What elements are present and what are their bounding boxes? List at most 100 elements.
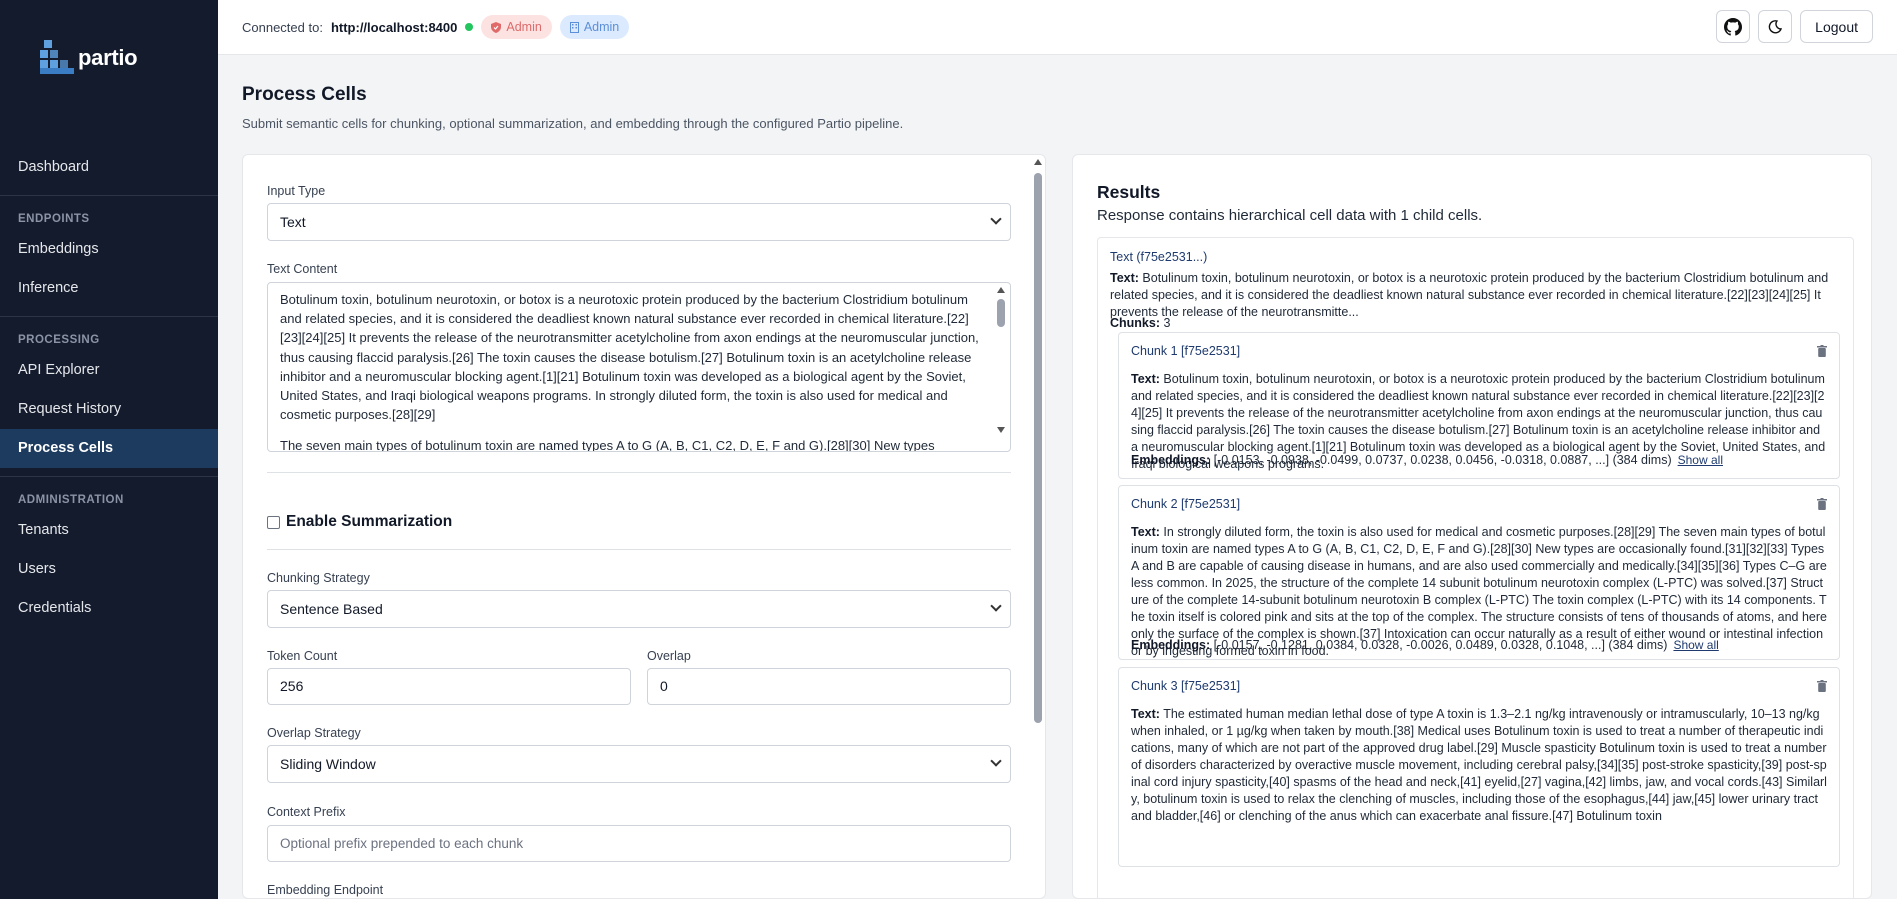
sidebar-section-processing: PROCESSING [18, 334, 100, 346]
text-content-label: Text Content [267, 262, 338, 276]
page-subtitle: Submit semantic cells for chunking, opti… [242, 116, 904, 131]
chunk-card: Chunk 2 [f75e2531] Text: In strongly dil… [1118, 485, 1840, 660]
cell-header[interactable]: Text (f75e2531...) [1110, 250, 1207, 264]
sidebar: partio Dashboard ENDPOINTS Embeddings In… [0, 0, 218, 899]
embeddings-value: [-0.0153, -0.0938, -0.0499, 0.0737, 0.02… [1213, 453, 1672, 467]
admin-badge-label: Admin [506, 20, 542, 34]
brand-name: partio [78, 45, 138, 70]
text-content-textarea[interactable]: Botulinum toxin, botulinum neurotoxin, o… [267, 282, 1011, 452]
trash-icon[interactable] [1817, 345, 1827, 357]
scroll-thumb[interactable] [997, 299, 1005, 327]
sidebar-item-inference[interactable]: Inference [0, 269, 218, 308]
summarization-label: Enable Summarization [286, 513, 453, 530]
theme-toggle-button[interactable] [1758, 10, 1793, 43]
token-count-input[interactable]: 256 [267, 668, 631, 705]
textarea-scrollbar[interactable] [994, 285, 1008, 449]
chunk-card: Chunk 3 [f75e2531] Text: The estimated h… [1118, 667, 1840, 867]
token-count-label: Token Count [267, 649, 338, 663]
sidebar-item-embeddings[interactable]: Embeddings [0, 230, 218, 269]
embeddings-label: Embeddings: [1131, 453, 1211, 467]
chunk-embeddings: Embeddings: [-0.0153, -0.0938, -0.0499, … [1131, 453, 1723, 467]
chunk-text: Text: The estimated human median lethal … [1131, 706, 1827, 825]
chunking-strategy-select[interactable]: Sentence Based [267, 590, 1011, 628]
input-type-label: Input Type [267, 184, 326, 198]
embedding-endpoint-label: Embedding Endpoint [267, 883, 384, 897]
chunk-header[interactable]: Chunk 3 [f75e2531] [1131, 679, 1240, 693]
results-panel: Results Response contains hierarchical c… [1072, 154, 1872, 899]
tenant-badge-label: Admin [583, 20, 620, 34]
process-form-panel: Input Type Text Text Content Botulinum t… [242, 154, 1046, 899]
cell-text-value: Botulinum toxin, botulinum neurotoxin, o… [1110, 271, 1829, 319]
connected-label: Connected to: [242, 19, 323, 35]
moon-icon [1768, 19, 1783, 33]
admin-tenant-badge: Admin [559, 15, 630, 39]
text-content-paragraph: Botulinum toxin, botulinum neurotoxin, o… [280, 292, 979, 423]
overlap-input[interactable]: 0 [647, 668, 1011, 705]
results-subtitle: Response contains hierarchical cell data… [1097, 207, 1483, 224]
embeddings-label: Embeddings: [1131, 638, 1211, 652]
chevron-down-icon [990, 213, 1002, 225]
github-icon [1724, 17, 1743, 36]
trash-icon[interactable] [1817, 498, 1827, 510]
sidebar-item-dashboard[interactable]: Dashboard [0, 148, 218, 187]
chunk-header[interactable]: Chunk 1 [f75e2531] [1131, 344, 1240, 358]
sidebar-item-request-history[interactable]: Request History [0, 390, 218, 429]
chunk-text-value: The estimated human median lethal dose o… [1131, 707, 1827, 823]
building-icon [569, 21, 579, 33]
summarization-checkbox[interactable] [267, 515, 280, 529]
top-bar: Connected to: http://localhost:8400 Admi… [218, 0, 1897, 55]
scroll-up-icon [997, 287, 1005, 293]
embeddings-value: [-0.0157, -0.1281, 0.0384, 0.0328, -0.00… [1213, 638, 1668, 652]
chunk-header[interactable]: Chunk 2 [f75e2531] [1131, 497, 1240, 511]
context-prefix-label: Context Prefix [267, 805, 346, 819]
top-actions: Logout [1716, 10, 1873, 43]
trash-icon[interactable] [1817, 680, 1827, 692]
online-indicator [465, 23, 474, 31]
sidebar-divider [0, 476, 218, 477]
scroll-thumb[interactable] [1034, 173, 1042, 723]
form-scrollbar[interactable] [1031, 155, 1045, 898]
shield-icon [491, 21, 502, 33]
overlap-strategy-value: Sliding Window [280, 756, 376, 772]
text-label: Text: [1110, 271, 1139, 285]
cell-card: Text (f75e2531...) Text: Botulinum toxin… [1097, 237, 1854, 898]
sidebar-section-endpoints: ENDPOINTS [18, 213, 90, 225]
server-url: http://localhost:8400 [330, 19, 458, 35]
show-all-link[interactable]: Show all [1678, 453, 1723, 467]
context-prefix-input[interactable]: Optional prefix prepended to each chunk [267, 825, 1011, 862]
scroll-up-icon [1034, 159, 1042, 165]
sidebar-divider [0, 316, 218, 317]
sidebar-item-credentials[interactable]: Credentials [0, 589, 218, 628]
chevron-down-icon [990, 600, 1002, 612]
chunks-label: Chunks: [1110, 316, 1160, 330]
logout-button[interactable]: Logout [1800, 10, 1873, 43]
sidebar-divider [0, 195, 218, 196]
brand-logo[interactable]: partio [40, 40, 138, 76]
chunk-embeddings: Embeddings: [-0.0157, -0.1281, 0.0384, 0… [1131, 638, 1719, 652]
sidebar-item-process-cells[interactable]: Process Cells [0, 429, 218, 468]
summarization-toggle[interactable]: Enable Summarization [267, 513, 452, 531]
overlap-strategy-select[interactable]: Sliding Window [267, 745, 1011, 783]
admin-role-badge: Admin [481, 15, 552, 39]
results-title: Results [1097, 182, 1161, 202]
show-all-link[interactable]: Show all [1673, 638, 1718, 652]
sidebar-section-administration: ADMINISTRATION [18, 494, 124, 506]
partio-logo-icon [40, 40, 74, 76]
page-title: Process Cells [242, 84, 367, 105]
connection-status: Connected to: http://localhost:8400 Admi… [242, 15, 630, 39]
text-label: Text: [1131, 707, 1160, 721]
overlap-label: Overlap [647, 649, 691, 663]
sidebar-item-users[interactable]: Users [0, 550, 218, 589]
cell-text: Text: Botulinum toxin, botulinum neuroto… [1110, 270, 1840, 321]
sidebar-item-api-explorer[interactable]: API Explorer [0, 351, 218, 390]
sidebar-item-tenants[interactable]: Tenants [0, 511, 218, 550]
overlap-strategy-label: Overlap Strategy [267, 726, 361, 740]
chunk-card: Chunk 1 [f75e2531] Text: Botulinum toxin… [1118, 332, 1840, 479]
divider [267, 472, 1011, 473]
sidebar-nav: Dashboard ENDPOINTS Embeddings Inference… [0, 148, 218, 628]
text-label: Text: [1131, 525, 1160, 539]
scroll-down-icon [997, 427, 1005, 433]
github-button[interactable] [1716, 10, 1751, 43]
input-type-select[interactable]: Text [267, 203, 1011, 241]
chunking-strategy-value: Sentence Based [280, 601, 383, 617]
